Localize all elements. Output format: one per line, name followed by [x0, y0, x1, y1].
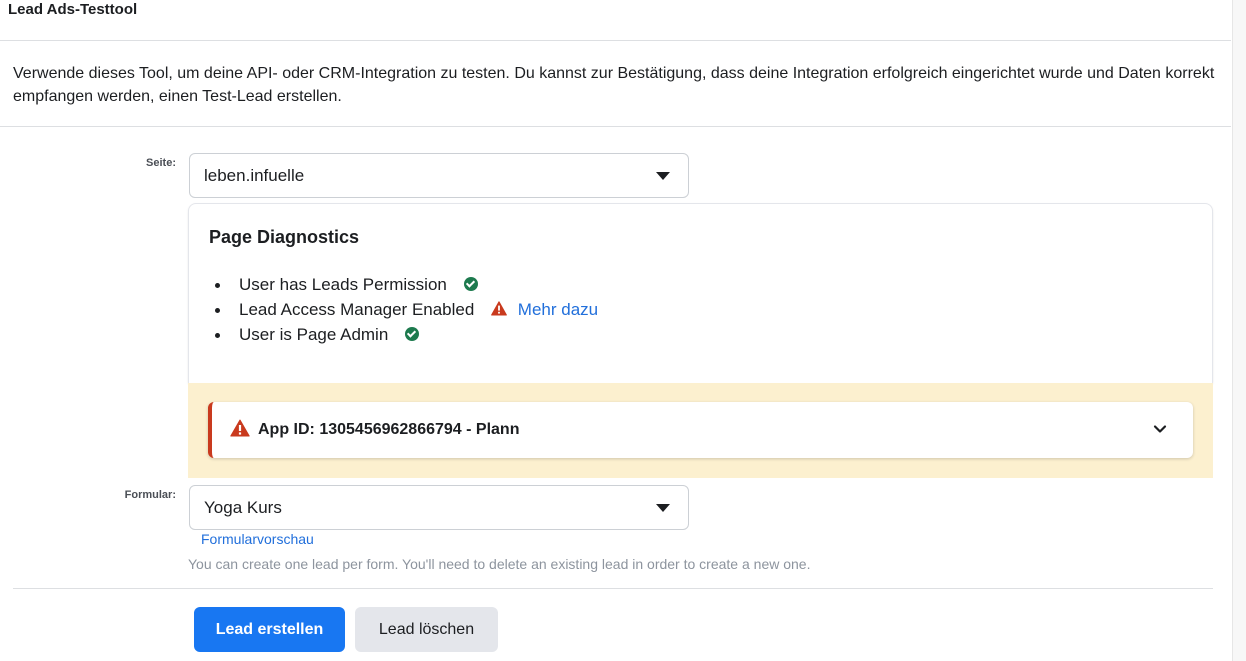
form-preview-link[interactable]: Formularvorschau	[201, 531, 314, 547]
app-warning-card[interactable]: App ID: 1305456962866794 - Plann	[208, 402, 1193, 458]
learn-more-link[interactable]: Mehr dazu	[518, 300, 598, 319]
page-select-value: leben.infuelle	[204, 166, 305, 185]
diagnostics-title: Page Diagnostics	[209, 227, 360, 247]
page-title: Lead Ads-Testtool	[8, 1, 138, 18]
bullet-icon	[215, 283, 220, 288]
divider	[0, 126, 1231, 127]
diagnostic-label: User is Page Admin	[239, 325, 389, 344]
warning-icon	[491, 298, 507, 323]
page-diagnostics-card: Page Diagnostics User has Leads Permissi…	[188, 203, 1213, 383]
page-field-label: Seite:	[146, 157, 176, 169]
diagnostics-list: User has Leads Permission Lead Access Ma…	[209, 272, 598, 347]
lead-limit-note: You can create one lead per form. You'll…	[188, 556, 811, 572]
divider	[13, 588, 1213, 589]
warning-icon	[230, 419, 250, 442]
page-select[interactable]: leben.infuelle	[189, 153, 689, 198]
diagnostic-label: User has Leads Permission	[239, 275, 447, 294]
bullet-icon	[215, 333, 220, 338]
vertical-scrollbar[interactable]	[1232, 0, 1246, 661]
check-icon	[463, 277, 478, 291]
divider	[0, 40, 1231, 41]
bullet-icon	[215, 308, 220, 313]
chevron-down-icon[interactable]	[1153, 422, 1167, 441]
list-item: User is Page Admin	[209, 322, 598, 347]
caret-down-icon	[656, 172, 670, 180]
form-field-label: Formular:	[124, 489, 176, 501]
create-lead-button[interactable]: Lead erstellen	[194, 607, 345, 652]
list-item: User has Leads Permission	[209, 272, 598, 297]
tool-description: Verwende dieses Tool, um deine API- oder…	[13, 65, 1215, 105]
form-select[interactable]: Yoga Kurs	[189, 485, 689, 530]
delete-lead-button[interactable]: Lead löschen	[355, 607, 498, 652]
check-icon	[405, 327, 420, 341]
form-select-value: Yoga Kurs	[204, 498, 282, 517]
app-warning-text: App ID: 1305456962866794 - Plann	[258, 421, 520, 438]
diagnostic-label: Lead Access Manager Enabled	[239, 300, 475, 319]
lead-ads-testtool-panel: Lead Ads-Testtool Verwende dieses Tool, …	[0, 0, 1231, 661]
caret-down-icon	[656, 504, 670, 512]
list-item: Lead Access Manager Enabled Mehr dazu	[209, 297, 598, 322]
